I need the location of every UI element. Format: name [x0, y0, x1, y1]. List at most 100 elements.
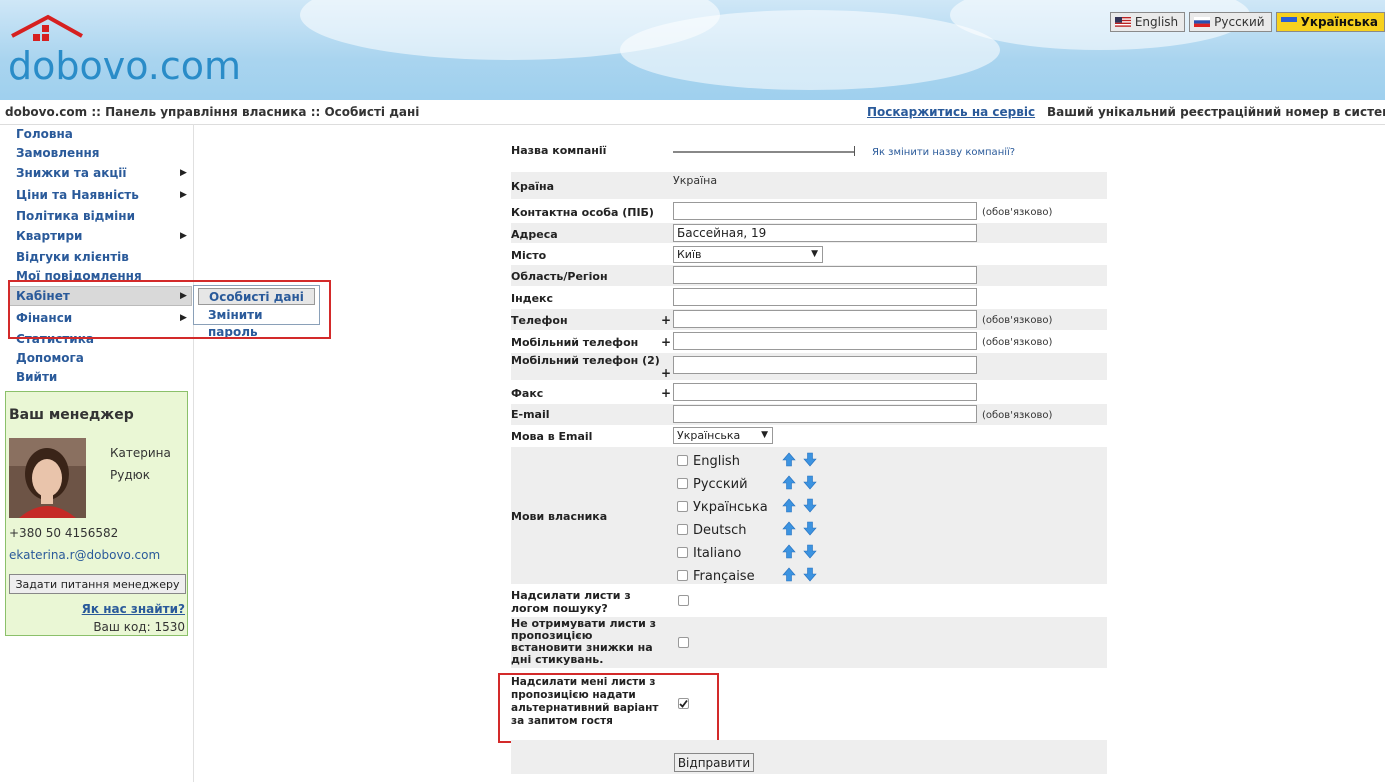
sidebar-item-home[interactable]: Головна [16, 127, 73, 141]
sidebar-item-reviews[interactable]: Відгуки клієнтів [16, 250, 129, 264]
company-name-caret [854, 146, 855, 156]
fax-input[interactable] [673, 383, 977, 401]
ask-manager-button[interactable]: Задати питання менеджеру [9, 574, 186, 594]
find-us-link[interactable]: Як нас знайти? [82, 602, 185, 616]
email-lang-select-value: Українська [677, 429, 741, 442]
row-city: Місто Київ ▼ [511, 244, 1107, 265]
lang-ukrainian-label: Українська [1300, 15, 1378, 29]
arrow-up-icon[interactable] [782, 521, 796, 536]
sidebar-item-cancel-policy[interactable]: Політика відміни [16, 209, 135, 223]
arrow-up-icon[interactable] [782, 544, 796, 559]
complain-link[interactable]: Поскаржитись на сервіс [867, 105, 1035, 119]
logo[interactable]: dobovo.com [8, 14, 242, 90]
arrow-up-icon[interactable] [782, 452, 796, 467]
required-note: (обов'язково) [982, 410, 1053, 421]
row-mobile: Мобільний телефон + (обов'язково) [511, 331, 1107, 353]
owner-lang-name: English [693, 454, 740, 469]
address-label: Адреса [511, 228, 558, 241]
row-contact: Контактна особа (ПІБ) (обов'язково) [511, 201, 1107, 223]
arrow-down-icon[interactable] [803, 567, 817, 582]
index-input[interactable] [673, 288, 977, 306]
lang-english-button[interactable]: English [1109, 12, 1186, 32]
send-search-checkbox[interactable] [678, 595, 689, 606]
manager-last-name: Рудюк [110, 468, 150, 482]
company-name-redacted [673, 148, 855, 156]
required-note: (обов'язково) [982, 337, 1053, 348]
owner-lang-checkbox[interactable] [677, 570, 688, 581]
manager-phone: +380 50 4156582 [9, 526, 119, 540]
submit-button[interactable]: Відправити [674, 753, 754, 772]
city-select-value: Київ [677, 248, 702, 261]
mobile-input[interactable] [673, 332, 977, 350]
country-label: Країна [511, 180, 555, 193]
contact-input[interactable] [673, 202, 977, 220]
email-input[interactable] [673, 405, 977, 423]
header-banner: dobovo.com English Русский Українська [0, 0, 1385, 100]
change-company-name-link[interactable]: Як змінити назву компанії? [872, 147, 1015, 158]
arrow-down-icon[interactable] [803, 544, 817, 559]
contact-label: Контактна особа (ПІБ) [511, 206, 654, 219]
row-country: Країна Україна [511, 172, 1107, 199]
row-company: Назва компанії Як змінити назву компанії… [511, 126, 1107, 170]
address-input[interactable]: Бассейная, 19 [673, 224, 977, 242]
lang-english-label: English [1134, 15, 1179, 29]
arrow-up-icon[interactable] [782, 475, 796, 490]
arrow-down-icon[interactable] [803, 475, 817, 490]
plus-prefix: + [661, 313, 672, 327]
row-owner-langs: Мови власника [511, 447, 1107, 584]
arrow-up-icon[interactable] [782, 567, 796, 582]
no-discount-checkbox[interactable] [678, 637, 689, 648]
email-label: E-mail [511, 408, 550, 421]
row-fax: Факс + [511, 382, 1107, 404]
email-lang-select[interactable]: Українська ▼ [673, 427, 773, 444]
arrow-down-icon[interactable] [803, 452, 817, 467]
arrow-down-icon[interactable] [803, 521, 817, 536]
owner-lang-checkbox[interactable] [677, 455, 688, 466]
plus-prefix: + [661, 335, 672, 349]
phone-input[interactable] [673, 310, 977, 328]
region-input[interactable] [673, 266, 977, 284]
manager-email-link[interactable]: ekaterina.r@dobovo.com [9, 548, 160, 562]
plus-prefix: + [661, 386, 672, 400]
region-label: Область/Регіон [511, 270, 608, 283]
logo-text: dobovo.com [8, 44, 242, 88]
owner-lang-name: Deutsch [693, 523, 747, 538]
lang-russian-button[interactable]: Русский [1189, 12, 1272, 32]
ua-flag-icon [1280, 17, 1297, 27]
sidebar-item-apartments[interactable]: Квартири [16, 229, 82, 243]
manager-name: Катерина Рудюк [110, 442, 171, 486]
owner-lang-checkbox[interactable] [677, 478, 688, 489]
caret-down-icon: ▼ [761, 430, 768, 440]
sidebar-item-help[interactable]: Допомога [16, 351, 84, 365]
lang-ukrainian-button[interactable]: Українська [1275, 12, 1385, 32]
your-code-text: Ваш код: 1530 [93, 620, 185, 634]
mobile2-input[interactable] [673, 356, 977, 374]
owner-langs-label: Мови власника [511, 510, 608, 523]
chevron-right-icon: ▶ [180, 231, 187, 241]
fax-label: Факс [511, 387, 544, 400]
sidebar-item-discounts[interactable]: Знижки та акції [16, 166, 127, 180]
city-select[interactable]: Київ ▼ [673, 246, 823, 263]
phone-label: Телефон [511, 314, 568, 327]
owner-lang-checkbox[interactable] [677, 501, 688, 512]
owner-lang-checkbox[interactable] [677, 524, 688, 535]
chevron-right-icon: ▶ [180, 168, 187, 178]
row-no-discount: Не отримувати листи з пропозицією встано… [511, 617, 1107, 668]
row-submit [511, 740, 1107, 774]
email-lang-label: Мова в Email [511, 430, 593, 443]
sidebar-item-prices[interactable]: Ціни та Наявність [16, 188, 139, 202]
sidebar-item-logout[interactable]: Вийти [16, 370, 57, 384]
owner-lang-name: Українська [693, 500, 768, 515]
arrow-down-icon[interactable] [803, 498, 817, 513]
language-switcher: English Русский Українська [1109, 12, 1385, 32]
owner-lang-checkbox[interactable] [677, 547, 688, 558]
row-mobile2: Мобільний телефон (2) + [511, 353, 1107, 380]
lang-russian-label: Русский [1214, 15, 1265, 29]
registration-number-text: Ваший унікальний реєстраційний номер в с… [1047, 105, 1385, 119]
manager-title: Ваш менеджер [9, 407, 134, 423]
plus-prefix: + [661, 366, 672, 380]
arrow-up-icon[interactable] [782, 498, 796, 513]
company-label: Назва компанії [511, 144, 607, 157]
country-value: Україна [673, 174, 718, 187]
sidebar-item-orders[interactable]: Замовлення [16, 146, 99, 160]
